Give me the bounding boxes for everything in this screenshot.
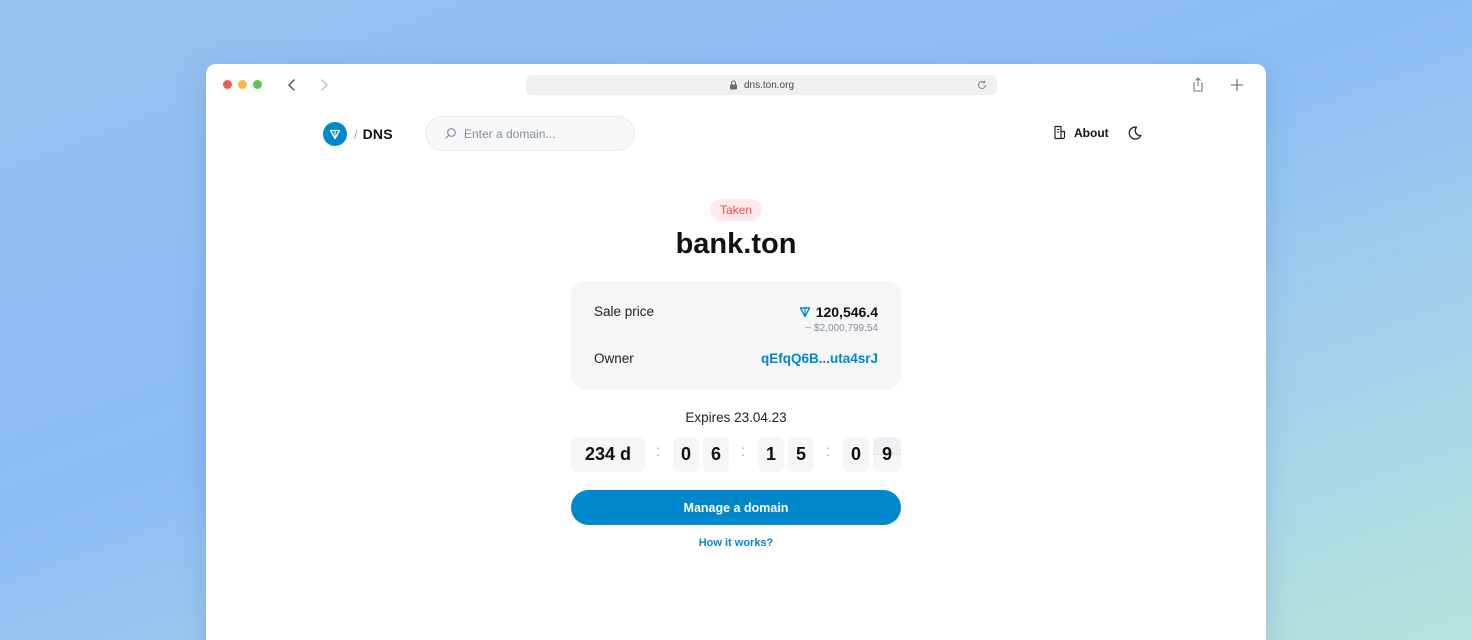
desktop-background: dns.ton.org / DNS Enter a domain... Abou…: [0, 0, 1472, 640]
dark-mode-toggle-icon[interactable]: [1127, 125, 1143, 141]
domain-info-card: Sale price 120,546.4 ~ $2,000,799.54 Own…: [571, 281, 901, 389]
lock-icon: [729, 80, 737, 90]
browser-window: dns.ton.org / DNS Enter a domain... Abou…: [206, 64, 1266, 640]
countdown-hours-tens: 0: [673, 437, 699, 472]
status-badge: Taken: [710, 199, 762, 221]
sale-price-label: Sale price: [594, 304, 655, 319]
ton-currency-icon: [799, 307, 810, 318]
maximize-window-button[interactable]: [253, 80, 262, 89]
countdown-seconds-tens: 0: [843, 437, 869, 472]
expiry-date: Expires 23.04.23: [685, 410, 787, 425]
manage-domain-button[interactable]: Manage a domain: [571, 490, 901, 525]
search-input[interactable]: [464, 126, 624, 141]
about-label: About: [1074, 125, 1109, 140]
address-bar[interactable]: dns.ton.org: [526, 75, 997, 95]
about-link[interactable]: About: [1052, 125, 1109, 140]
countdown-hours-ones: 6: [703, 437, 729, 472]
countdown-minutes-ones: 5: [788, 437, 814, 472]
new-tab-icon[interactable]: [1229, 76, 1245, 94]
domain-name: bank.ton: [675, 228, 797, 260]
minimize-window-button[interactable]: [238, 80, 247, 89]
countdown-separator: :: [826, 443, 831, 460]
logo-separator: /: [354, 126, 358, 142]
close-window-button[interactable]: [223, 80, 232, 89]
sale-price-usd: ~ $2,000,799.54: [805, 323, 878, 334]
countdown-separator: :: [656, 443, 661, 460]
owner-label: Owner: [594, 351, 634, 366]
logo-text: DNS: [362, 126, 393, 142]
countdown-minutes-tens: 1: [758, 437, 784, 472]
domain-search[interactable]: [425, 116, 635, 151]
url-text: dns.ton.org: [743, 79, 795, 91]
countdown-days: 234 d: [571, 437, 645, 472]
owner-address-link[interactable]: qEfqQ6B...uta4srJ: [761, 351, 878, 366]
how-it-works-link[interactable]: How it works?: [636, 537, 836, 549]
browser-toolbar: dns.ton.org: [206, 64, 1266, 106]
document-icon: [1054, 125, 1066, 140]
search-icon: [445, 128, 456, 139]
back-arrow-icon[interactable]: [284, 76, 300, 94]
ton-logo-icon: [323, 122, 347, 146]
site-logo[interactable]: / DNS: [323, 122, 393, 146]
countdown-seconds-ones: 9: [873, 437, 901, 472]
reload-icon[interactable]: [976, 79, 988, 91]
sale-price: 120,546.4: [799, 304, 878, 320]
sale-price-value: 120,546.4: [815, 304, 878, 320]
forward-arrow-icon[interactable]: [316, 76, 332, 94]
countdown-separator: :: [741, 443, 746, 460]
share-icon[interactable]: [1190, 76, 1206, 94]
